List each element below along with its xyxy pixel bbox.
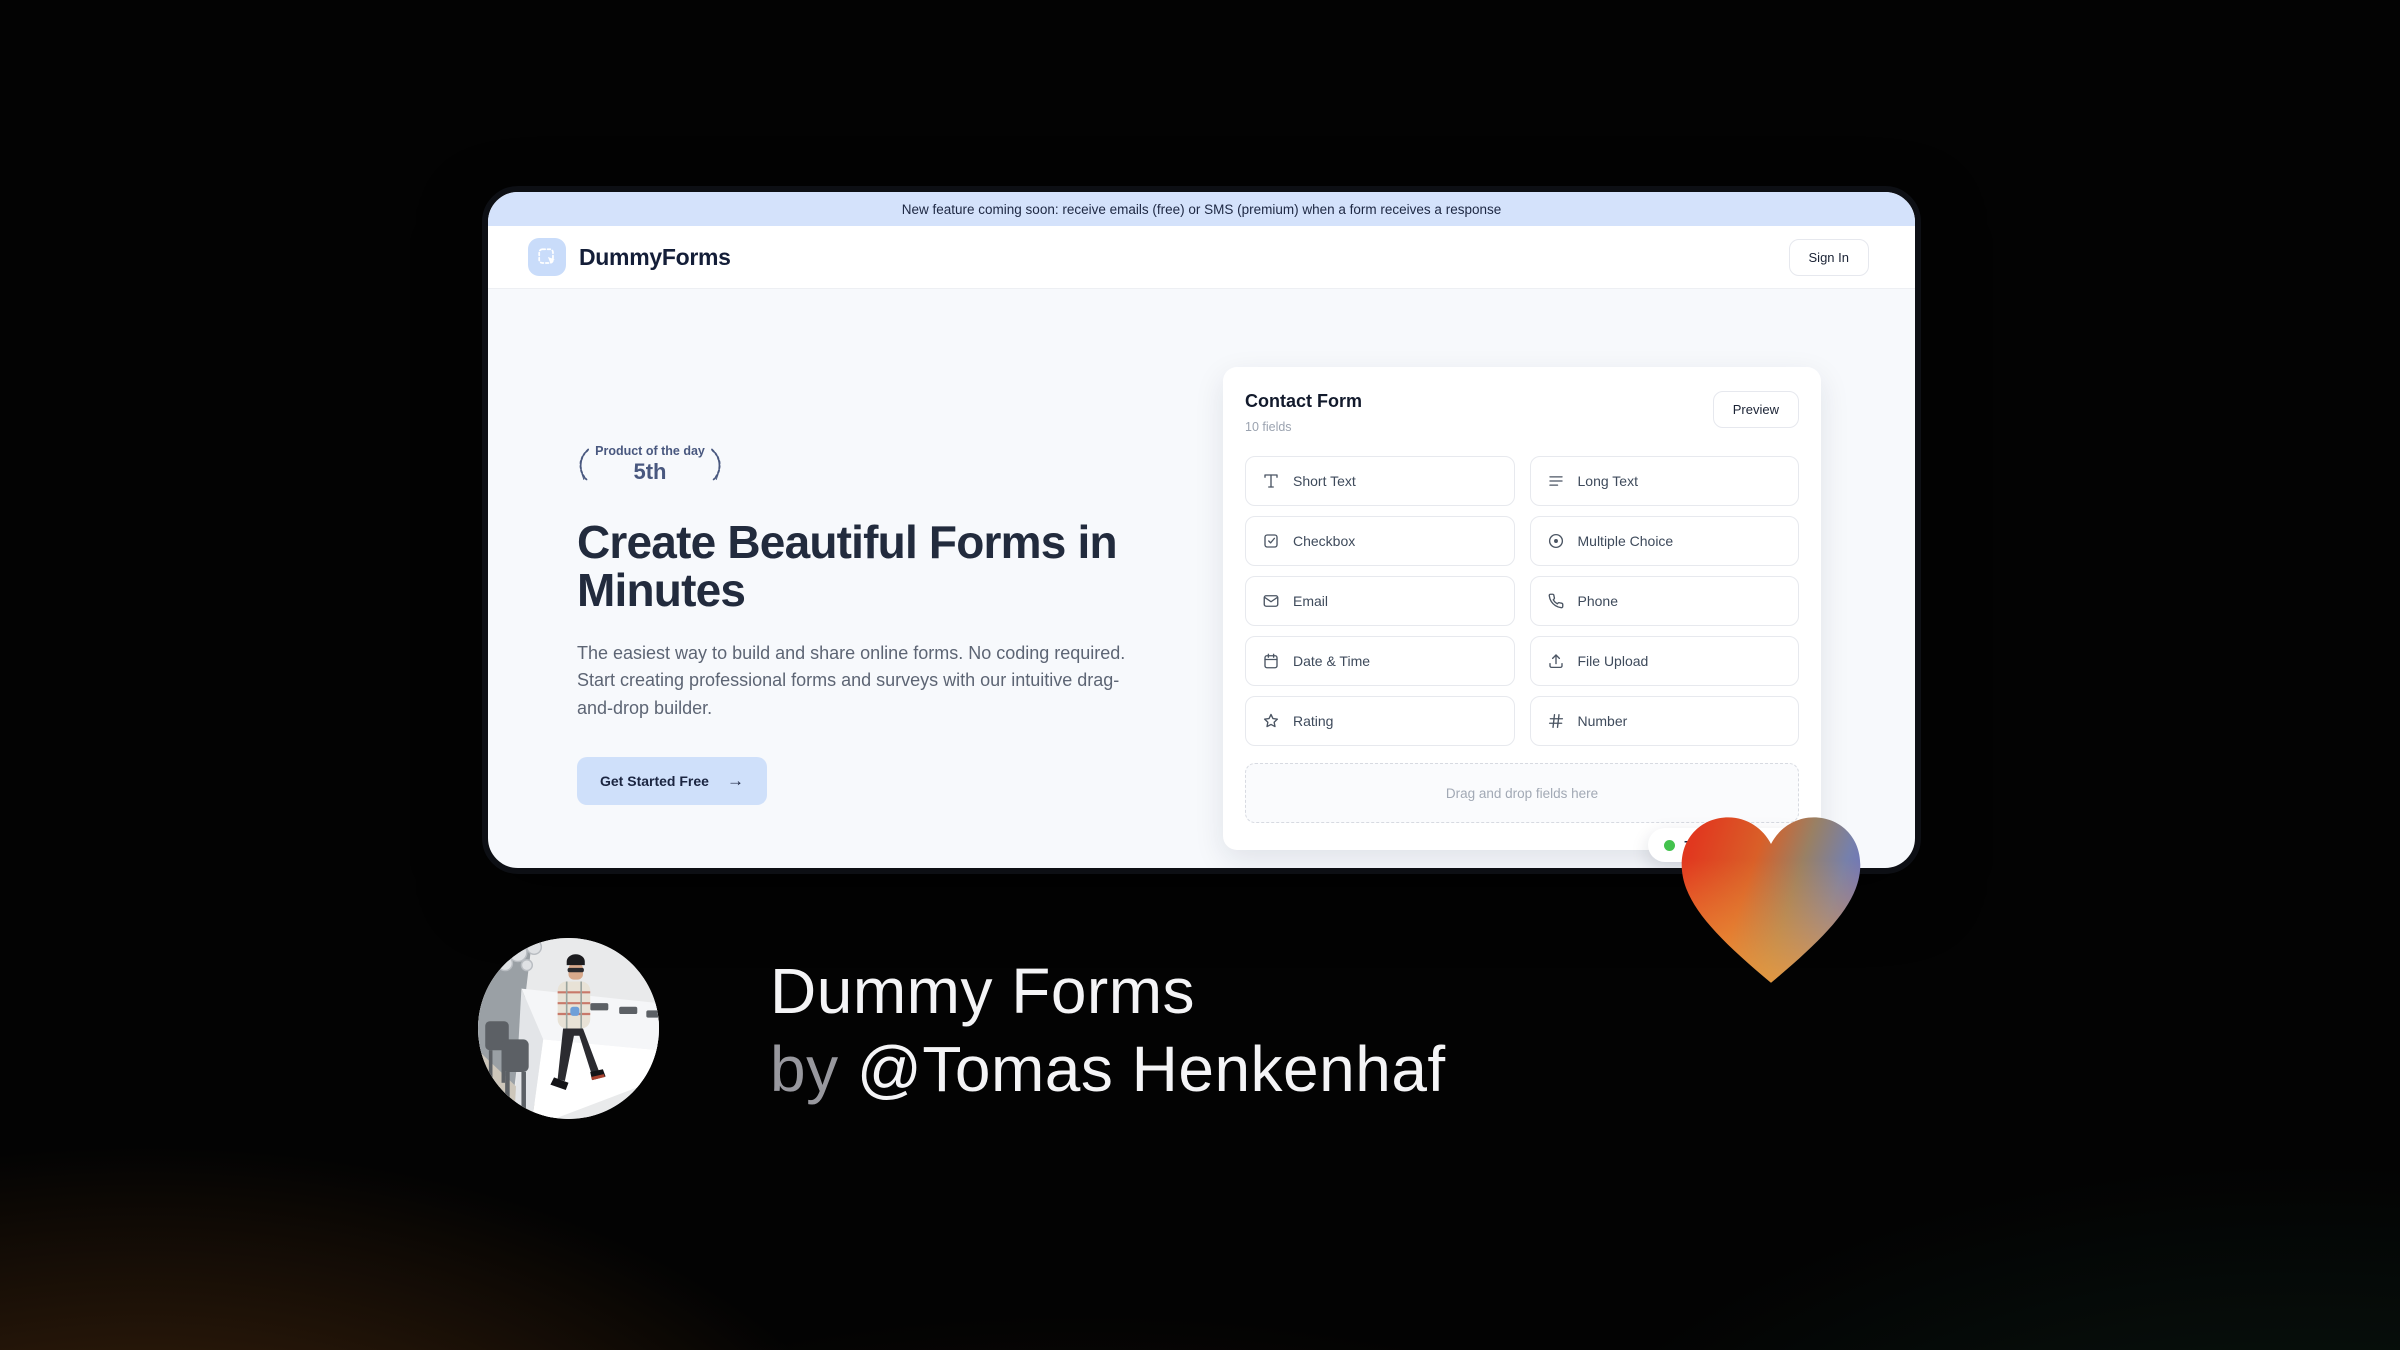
- brand-logo-icon: [528, 238, 566, 276]
- field-label: Date & Time: [1293, 653, 1371, 669]
- field-short-text[interactable]: Short Text: [1245, 456, 1515, 506]
- field-label: Number: [1577, 713, 1628, 729]
- caption-title: Dummy Forms: [770, 955, 1196, 1027]
- field-label: Checkbox: [1293, 533, 1356, 549]
- field-long-text[interactable]: Long Text: [1529, 456, 1799, 506]
- field-multiple-choice[interactable]: Multiple Choice: [1529, 516, 1799, 566]
- hash-icon: [1547, 712, 1565, 730]
- browser-window: New feature coming soon: receive emails …: [482, 186, 1921, 874]
- field-label: Long Text: [1577, 473, 1638, 489]
- form-builder-card: Contact Form 10 fields Preview Short Tex…: [1223, 367, 1821, 850]
- field-label: Email: [1293, 593, 1329, 609]
- caption-author: @Tomas Henkenhaf: [856, 1033, 1446, 1106]
- announcement-banner: New feature coming soon: receive emails …: [488, 192, 1915, 226]
- field-file-upload[interactable]: File Upload: [1529, 636, 1799, 686]
- calendar-icon: [1262, 652, 1280, 670]
- multiple-choice-icon: [1547, 532, 1565, 550]
- field-label: Phone: [1577, 593, 1618, 609]
- badge-rank: 5th: [633, 458, 667, 484]
- brand-name: DummyForms: [579, 243, 731, 270]
- field-label: File Upload: [1577, 653, 1649, 669]
- announcement-text: New feature coming soon: receive emails …: [901, 201, 1502, 217]
- form-title: Contact Form: [1245, 391, 1362, 411]
- hero-description: The easiest way to build and share onlin…: [577, 642, 1126, 719]
- laurel-right-icon: [709, 432, 725, 496]
- maker-avatar: [478, 938, 659, 1119]
- field-phone[interactable]: Phone: [1529, 576, 1799, 626]
- hero-section: Product of the day 5th Create Beautiful …: [575, 432, 1162, 806]
- short-text-icon: [1262, 472, 1280, 490]
- badge-title: Product of the day: [595, 443, 705, 458]
- product-of-day-badge: Product of the day 5th: [575, 432, 725, 496]
- app-header: DummyForms Sign In: [488, 226, 1915, 289]
- checkbox-icon: [1262, 532, 1280, 550]
- sign-in-button[interactable]: Sign In: [1788, 238, 1869, 276]
- dropzone-text: Drag and drop fields here: [1445, 785, 1599, 801]
- field-label: Multiple Choice: [1577, 533, 1674, 549]
- heart-icon: [1676, 813, 1866, 989]
- caption-by: by: [770, 1033, 839, 1106]
- form-field-count: 10 fields: [1245, 420, 1292, 434]
- preview-button[interactable]: Preview: [1712, 391, 1799, 428]
- green-status-dot-icon: [1664, 839, 1675, 851]
- field-palette: Short Text Long Text Checkbox Multiple C…: [1245, 456, 1799, 746]
- hero-title: Create Beautiful Forms in Minutes: [577, 516, 1118, 617]
- field-rating[interactable]: Rating: [1245, 696, 1515, 746]
- star-icon: [1262, 712, 1280, 730]
- field-label: Rating: [1293, 713, 1334, 729]
- maker-caption: Dummy Forms by @Tomas Henkenhaf: [770, 952, 1446, 1108]
- field-number[interactable]: Number: [1529, 696, 1799, 746]
- field-date-time[interactable]: Date & Time: [1245, 636, 1515, 686]
- field-email[interactable]: Email: [1245, 576, 1515, 626]
- get-started-label: Get Started Free: [600, 773, 709, 790]
- upload-icon: [1547, 652, 1565, 670]
- arrow-right-icon: →: [726, 771, 744, 791]
- email-icon: [1262, 592, 1280, 610]
- long-text-icon: [1547, 472, 1565, 490]
- get-started-button[interactable]: Get Started Free →: [577, 757, 767, 806]
- field-checkbox[interactable]: Checkbox: [1245, 516, 1515, 566]
- field-label: Short Text: [1293, 473, 1356, 489]
- brand: DummyForms: [528, 238, 731, 276]
- laurel-left-icon: [575, 432, 591, 496]
- phone-icon: [1547, 592, 1565, 610]
